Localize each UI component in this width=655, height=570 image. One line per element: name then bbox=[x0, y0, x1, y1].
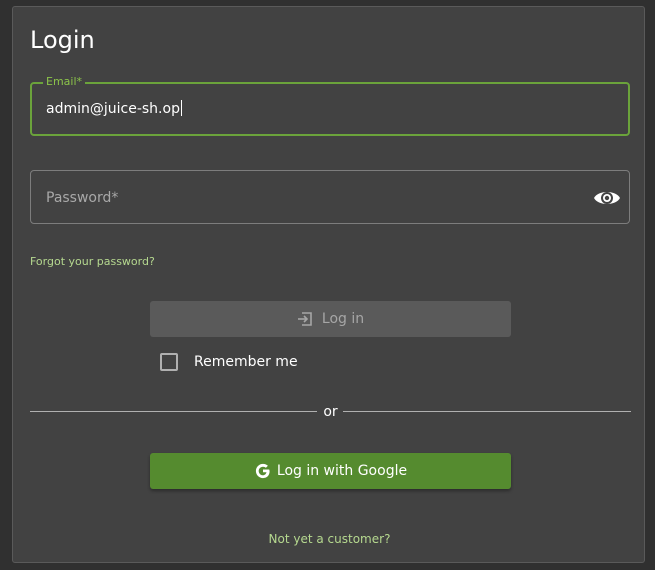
forgot-password-link[interactable]: Forgot your password? bbox=[30, 255, 155, 269]
register-link[interactable]: Not yet a customer? bbox=[13, 532, 646, 547]
password-field[interactable]: Password* bbox=[30, 170, 630, 224]
eye-icon[interactable] bbox=[593, 184, 621, 212]
login-button-label: Log in bbox=[321, 311, 365, 327]
login-icon bbox=[297, 312, 312, 326]
divider-left bbox=[30, 411, 317, 412]
remember-me-label: Remember me bbox=[194, 354, 298, 370]
password-placeholder: Password* bbox=[46, 190, 119, 206]
email-label: Email* bbox=[43, 75, 86, 89]
email-value: admin@juice-sh.op bbox=[46, 101, 180, 117]
google-login-button[interactable]: Log in with Google bbox=[150, 453, 511, 489]
divider-right bbox=[343, 411, 631, 412]
page-title: Login bbox=[30, 26, 95, 54]
remember-me[interactable]: Remember me bbox=[160, 352, 298, 372]
email-field[interactable]: Email* admin@juice-sh.op bbox=[30, 75, 630, 136]
login-card: Login Email* admin@juice-sh.op Password*… bbox=[12, 6, 645, 563]
remember-me-checkbox[interactable] bbox=[160, 353, 178, 371]
google-login-label: Log in with Google bbox=[276, 463, 408, 479]
google-icon bbox=[255, 463, 270, 479]
login-button[interactable]: Log in bbox=[150, 301, 511, 337]
text-caret bbox=[180, 100, 182, 116]
divider-text: or bbox=[323, 404, 338, 420]
email-input[interactable]: admin@juice-sh.op bbox=[46, 100, 182, 118]
